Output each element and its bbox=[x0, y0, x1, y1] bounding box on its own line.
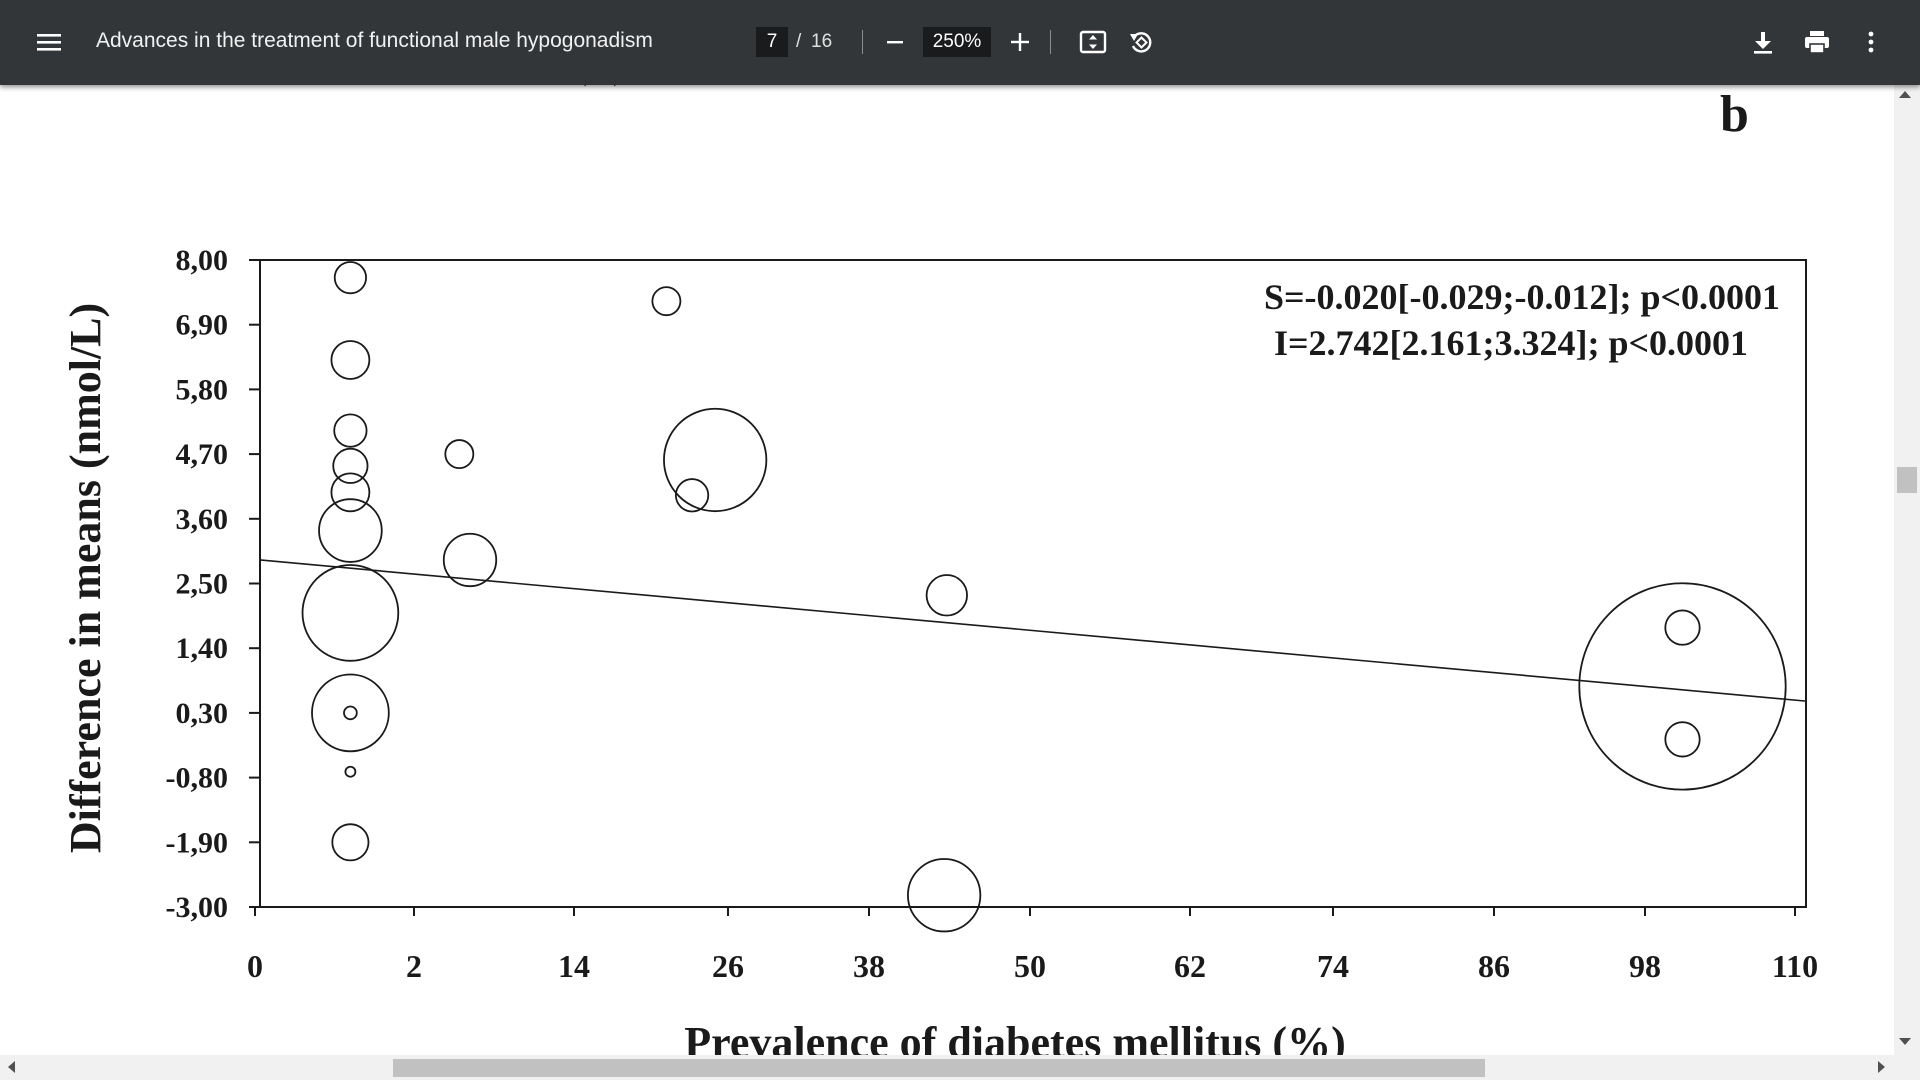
study-point bbox=[1578, 582, 1787, 791]
vertical-scroll-thumb[interactable] bbox=[1897, 467, 1917, 493]
horizontal-scroll-thumb[interactable] bbox=[393, 1059, 1485, 1077]
vertical-scrollbar[interactable] bbox=[1894, 85, 1920, 1055]
study-point bbox=[651, 286, 682, 317]
download-icon[interactable] bbox=[1742, 20, 1784, 64]
minus-icon[interactable] bbox=[875, 20, 915, 64]
y-axis: 8,00 6,90 5,80 4,70 3,60 2,50 1,40 0,30 -0,80 -1,… bbox=[166, 244, 260, 924]
x-tick-label: 26 bbox=[712, 948, 744, 984]
x-tick-label: 74 bbox=[1317, 948, 1349, 984]
study-point bbox=[1664, 609, 1701, 646]
y-tick-label: 8,00 bbox=[176, 244, 229, 277]
document-title: Advances in the treatment of functional … bbox=[96, 29, 653, 52]
scroll-down-arrow-icon[interactable] bbox=[1899, 1038, 1911, 1045]
rotate-icon[interactable] bbox=[1120, 20, 1162, 64]
study-point bbox=[330, 340, 371, 380]
page-number-input[interactable] bbox=[756, 27, 788, 57]
x-tick-label: 0 bbox=[247, 948, 263, 984]
x-tick-label: 110 bbox=[1772, 948, 1818, 984]
y-tick-label: 6,90 bbox=[176, 309, 229, 342]
x-tick-label: 14 bbox=[558, 948, 590, 984]
y-tick-label: -3,00 bbox=[166, 891, 229, 924]
study-point bbox=[333, 261, 367, 295]
zoom-level-input[interactable] bbox=[923, 27, 991, 57]
page-total: 16 bbox=[811, 31, 833, 52]
top-cut-marks: -/ ~ ( ~) bbox=[520, 85, 624, 87]
study-point bbox=[333, 413, 368, 448]
x-tick-label: 50 bbox=[1014, 948, 1046, 984]
x-tick-label: 62 bbox=[1174, 948, 1206, 984]
x-tick-label: 38 bbox=[853, 948, 885, 984]
study-point bbox=[331, 823, 370, 862]
x-tick-label: 98 bbox=[1629, 948, 1661, 984]
pdf-toolbar: Advances in the treatment of functional … bbox=[0, 0, 1920, 85]
study-point bbox=[1664, 721, 1701, 758]
x-axis-title: Prevalence of diabetes mellitus (%) bbox=[684, 1018, 1345, 1055]
x-tick-label: 86 bbox=[1478, 948, 1510, 984]
scroll-up-arrow-icon[interactable] bbox=[1899, 91, 1911, 98]
y-tick-label: 1,40 bbox=[176, 632, 229, 665]
study-point bbox=[907, 858, 982, 933]
intercept-annotation: I=2.742[2.161;3.324]; p<0.0001 bbox=[1274, 323, 1748, 363]
toolbar-divider bbox=[1050, 30, 1051, 54]
study-point bbox=[925, 574, 968, 617]
y-tick-label: 0,30 bbox=[176, 697, 229, 730]
document-viewport[interactable]: -/ ~ ( ~) b 8,00 6,90 5,80 4,70 3,60 2,50 1,40… bbox=[0, 85, 1894, 1055]
y-axis-title: Difference in means (nmol/L) bbox=[61, 303, 110, 853]
more-vertical-icon[interactable] bbox=[1850, 20, 1892, 64]
regression-line bbox=[259, 559, 1807, 702]
study-point bbox=[444, 439, 475, 470]
print-icon[interactable] bbox=[1796, 20, 1838, 64]
study-point bbox=[344, 765, 357, 778]
y-tick-label: 2,50 bbox=[176, 568, 229, 601]
y-tick-label: 4,70 bbox=[176, 438, 229, 471]
page-separator: / bbox=[796, 31, 802, 52]
toolbar-divider bbox=[862, 30, 863, 54]
x-axis: 0 2 14 26 38 50 62 74 86 98 110 bbox=[247, 907, 1818, 984]
x-tick-label: 2 bbox=[406, 948, 422, 984]
study-point bbox=[663, 407, 768, 513]
study-point bbox=[330, 472, 371, 513]
study-point bbox=[343, 705, 358, 721]
study-point bbox=[311, 673, 390, 753]
y-tick-label: 5,80 bbox=[176, 373, 229, 406]
study-point bbox=[442, 532, 498, 588]
plus-icon[interactable] bbox=[1000, 20, 1040, 64]
y-tick-label: -1,90 bbox=[166, 826, 229, 859]
horizontal-scrollbar[interactable] bbox=[0, 1055, 1920, 1080]
y-tick-label: -0,80 bbox=[166, 762, 229, 795]
study-point bbox=[301, 564, 400, 662]
hamburger-menu-icon[interactable] bbox=[28, 20, 70, 64]
scroll-right-arrow-icon[interactable] bbox=[1878, 1061, 1885, 1073]
fit-to-page-icon[interactable] bbox=[1072, 20, 1114, 64]
study-point bbox=[318, 498, 383, 563]
meta-regression-chart: -/ ~ ( ~) b 8,00 6,90 5,80 4,70 3,60 2,50 1,40… bbox=[61, 85, 1818, 1055]
scroll-left-arrow-icon[interactable] bbox=[8, 1061, 15, 1073]
y-tick-label: 3,60 bbox=[176, 503, 229, 536]
slope-annotation: S=-0.020[-0.029;-0.012]; p<0.0001 bbox=[1264, 277, 1780, 317]
panel-label: b bbox=[1720, 86, 1749, 143]
